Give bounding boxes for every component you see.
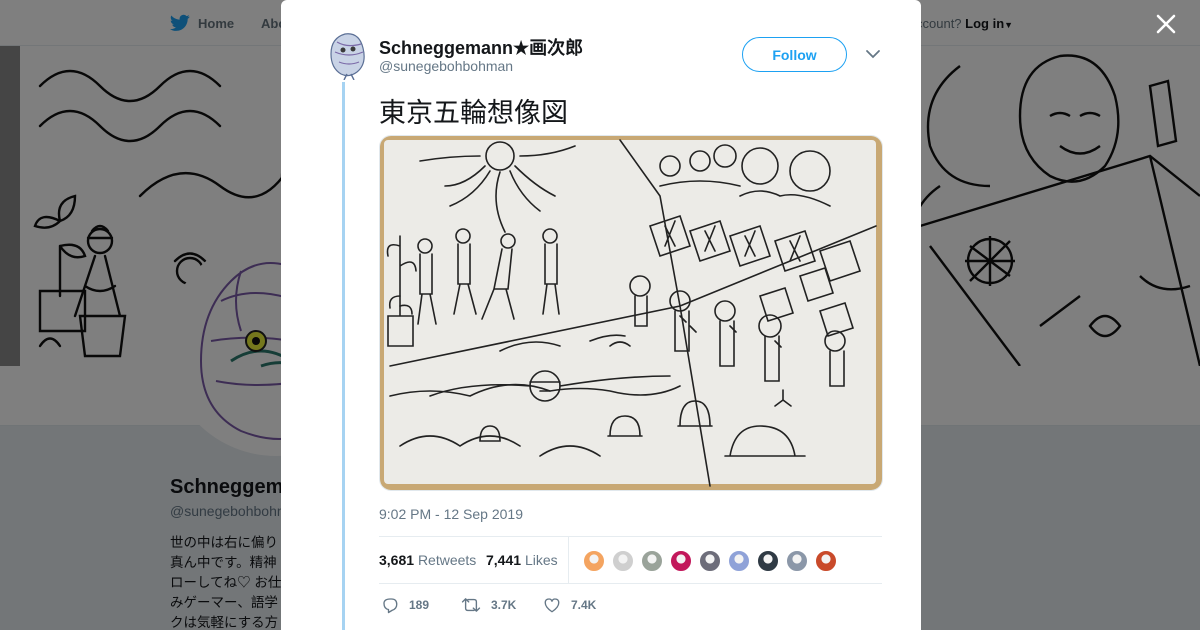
retweet-button[interactable]: 3.7K — [461, 596, 516, 614]
liker-avatar[interactable] — [698, 549, 722, 573]
stats-divider — [568, 537, 569, 583]
author-name[interactable]: Schneggemann★画次郎 — [379, 34, 583, 60]
retweets-label: Retweets — [417, 552, 477, 568]
liker-avatar[interactable] — [669, 549, 693, 573]
reply-count: 189 — [409, 598, 430, 612]
chevron-down-icon — [866, 50, 880, 59]
liker-avatar[interactable] — [785, 549, 809, 573]
liker-avatar[interactable] — [814, 549, 838, 573]
author-avatar[interactable] — [327, 30, 367, 81]
liker-avatar[interactable] — [727, 549, 751, 573]
tweet-modal: Schneggemann★画次郎 @sunegebohbohman Follow… — [281, 0, 921, 630]
reply-button[interactable]: 189 — [381, 596, 429, 614]
close-icon — [1156, 14, 1176, 34]
liker-avatar[interactable] — [582, 549, 606, 573]
tweet-timestamp[interactable]: 9:02 PM - 12 Sep 2019 — [379, 506, 523, 522]
thread-line — [342, 82, 345, 630]
likes-stat[interactable]: 7,441 Likes — [486, 552, 558, 568]
like-button[interactable]: 7.4K — [543, 596, 596, 614]
tweet-photo[interactable] — [379, 135, 883, 491]
retweet-icon — [461, 598, 481, 612]
tweet-text: 東京五輪想像図 — [379, 98, 568, 128]
reply-icon — [383, 598, 398, 614]
retweet-count: 3.7K — [491, 598, 517, 612]
like-count: 7.4K — [571, 598, 597, 612]
tweet-actions: 189 3.7K 7.4K — [379, 594, 882, 618]
liker-avatar[interactable] — [756, 549, 780, 573]
follow-button[interactable]: Follow — [742, 37, 847, 72]
retweets-stat[interactable]: 3,681 Retweets — [379, 552, 476, 568]
likes-count: 7,441 — [486, 552, 522, 568]
liker-avatar[interactable] — [640, 549, 664, 573]
likes-label: Likes — [524, 552, 558, 568]
heart-icon — [544, 598, 560, 613]
author-avatar-drawing — [330, 33, 365, 81]
tweet-stats: 3,681 Retweets 7,441 Likes — [379, 536, 882, 584]
author-handle[interactable]: @sunegebohbohman — [379, 58, 513, 74]
more-options-button[interactable] — [865, 47, 881, 61]
liker-avatar[interactable] — [611, 549, 635, 573]
photo-drawing — [380, 136, 882, 490]
close-button[interactable] — [1152, 10, 1180, 38]
retweets-count: 3,681 — [379, 552, 415, 568]
